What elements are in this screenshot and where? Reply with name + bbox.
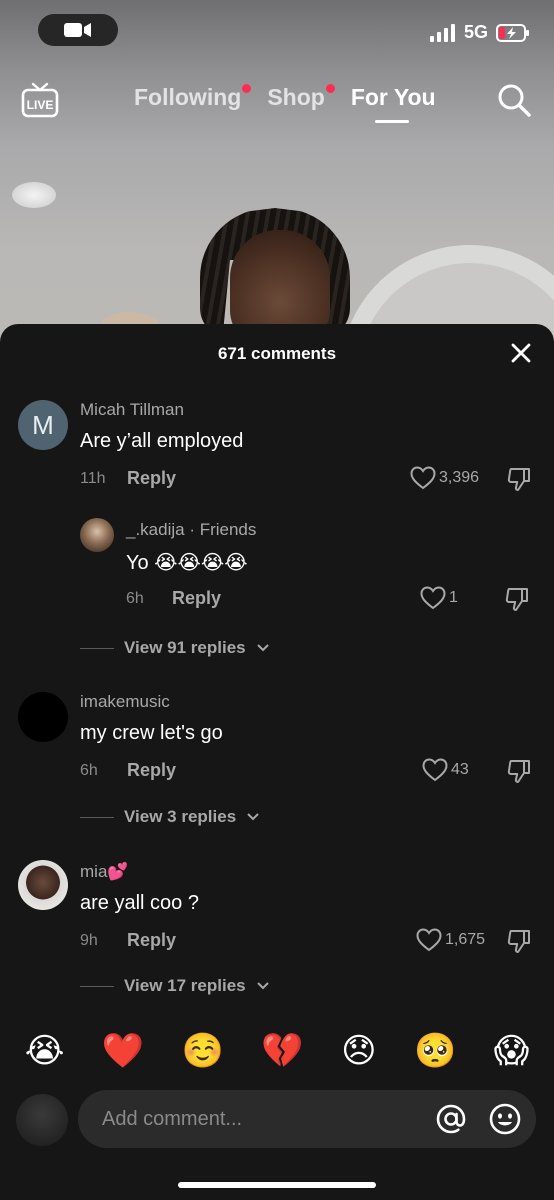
- tab-shop[interactable]: Shop: [267, 84, 335, 111]
- comment-text: Yo 😭😭😭😭: [126, 552, 248, 574]
- comment-username[interactable]: mia💕: [80, 862, 129, 882]
- tab-following[interactable]: Following: [134, 84, 252, 111]
- emoji-picker-icon[interactable]: [488, 1102, 522, 1136]
- reply-item: _.kadija · Friends Yo 😭😭😭😭 6h Reply 1: [0, 516, 554, 616]
- mention-icon[interactable]: [434, 1102, 468, 1136]
- like-count: 3,396: [439, 469, 480, 486]
- cellular-signal-icon: [429, 23, 455, 42]
- heart-icon: [416, 928, 442, 952]
- comments-count-title: 671 comments: [217, 344, 337, 363]
- emoji-button[interactable]: 💔: [261, 1028, 303, 1074]
- heart-icon: [420, 586, 446, 610]
- active-tab-indicator: [374, 120, 409, 123]
- chevron-down-icon: [256, 982, 269, 990]
- like-button[interactable]: 3,396: [410, 466, 479, 490]
- view-replies-label: View 3 replies: [124, 807, 237, 826]
- like-count: 1,675: [445, 931, 486, 948]
- like-count: 1: [449, 589, 458, 606]
- tab-shop-label: Shop: [267, 84, 325, 110]
- reply-button[interactable]: Reply: [127, 760, 176, 781]
- thumbs-down-icon[interactable]: [506, 928, 532, 954]
- notification-dot: [242, 84, 252, 93]
- comment-composer: [0, 1090, 554, 1150]
- status-bar: 5G: [0, 0, 554, 60]
- reply-button[interactable]: Reply: [172, 588, 221, 609]
- like-button[interactable]: 43: [422, 758, 469, 782]
- camera-recording-pill: [38, 14, 118, 46]
- avatar[interactable]: [18, 860, 68, 910]
- thumbs-down-icon[interactable]: [506, 758, 532, 784]
- view-replies-button[interactable]: View 3 replies: [80, 807, 260, 827]
- network-type: 5G: [463, 22, 488, 42]
- view-replies-label: View 91 replies: [124, 638, 246, 657]
- view-replies-button[interactable]: View 17 replies: [80, 976, 270, 996]
- my-avatar[interactable]: [16, 1094, 68, 1146]
- avatar-initial: M: [32, 409, 54, 440]
- feed-tabs: Following Shop For You: [134, 84, 436, 123]
- comment-text: are yall coo ?: [80, 892, 199, 914]
- chevron-down-icon: [247, 813, 259, 821]
- comment-time: 9h: [80, 932, 98, 949]
- video-camera-icon: [64, 23, 91, 37]
- divider: [80, 816, 114, 818]
- comment-item: M Micah Tillman Are y’all employed 11h R…: [0, 394, 554, 504]
- emoji-button[interactable]: 😱: [494, 1028, 529, 1074]
- comment-item: imakemusic my crew let's go 6h Reply 43: [0, 686, 554, 796]
- top-navigation: LIVE Following Shop For You: [0, 76, 554, 136]
- divider: [80, 647, 114, 649]
- avatar[interactable]: M: [18, 400, 68, 450]
- comment-text: my crew let's go: [80, 722, 223, 744]
- live-icon[interactable]: LIVE: [20, 82, 60, 118]
- reply-button[interactable]: Reply: [127, 468, 176, 489]
- heart-icon: [410, 466, 436, 490]
- live-label: LIVE: [27, 98, 54, 112]
- battery-charging-icon: [496, 23, 529, 42]
- comment-time: 6h: [126, 590, 144, 607]
- emoji-button[interactable]: 😞: [341, 1028, 376, 1074]
- tab-for-you[interactable]: For You: [350, 84, 436, 123]
- comment-text: Are y’all employed: [80, 430, 244, 452]
- notification-dot: [325, 84, 335, 93]
- search-icon[interactable]: [496, 82, 532, 118]
- heart-icon: [422, 758, 448, 782]
- emoji-button[interactable]: 😭: [25, 1028, 65, 1074]
- comment-item: mia💕 are yall coo ? 9h Reply 1,675: [0, 856, 554, 966]
- avatar[interactable]: [18, 692, 68, 742]
- emoji-button[interactable]: ❤️: [102, 1028, 144, 1074]
- close-icon[interactable]: [510, 342, 532, 364]
- like-button[interactable]: 1: [420, 586, 458, 610]
- quick-emoji-bar: 😭 ❤️ ☺️ 💔 😞 🥺 😱: [0, 1028, 554, 1074]
- home-indicator[interactable]: [178, 1182, 376, 1188]
- smoke-detector: [12, 182, 56, 208]
- view-replies-button[interactable]: View 91 replies: [80, 638, 270, 658]
- comment-time: 11h: [80, 470, 106, 487]
- comment-username[interactable]: _.kadija · Friends: [126, 520, 256, 540]
- chevron-down-icon: [256, 644, 269, 652]
- tab-for-you-label: For You: [350, 84, 436, 110]
- divider: [80, 985, 114, 987]
- comment-username[interactable]: Micah Tillman: [80, 400, 184, 420]
- comment-time: 6h: [80, 762, 98, 779]
- avatar[interactable]: [80, 518, 114, 552]
- view-replies-label: View 17 replies: [124, 976, 246, 995]
- thumbs-down-icon[interactable]: [506, 466, 532, 492]
- like-count: 43: [451, 761, 469, 778]
- comment-username[interactable]: imakemusic: [80, 692, 170, 712]
- thumbs-down-icon[interactable]: [504, 586, 530, 612]
- emoji-button[interactable]: ☺️: [182, 1028, 224, 1074]
- tab-following-label: Following: [134, 84, 242, 110]
- reply-button[interactable]: Reply: [127, 930, 176, 951]
- emoji-button[interactable]: 🥺: [414, 1028, 456, 1074]
- like-button[interactable]: 1,675: [416, 928, 485, 952]
